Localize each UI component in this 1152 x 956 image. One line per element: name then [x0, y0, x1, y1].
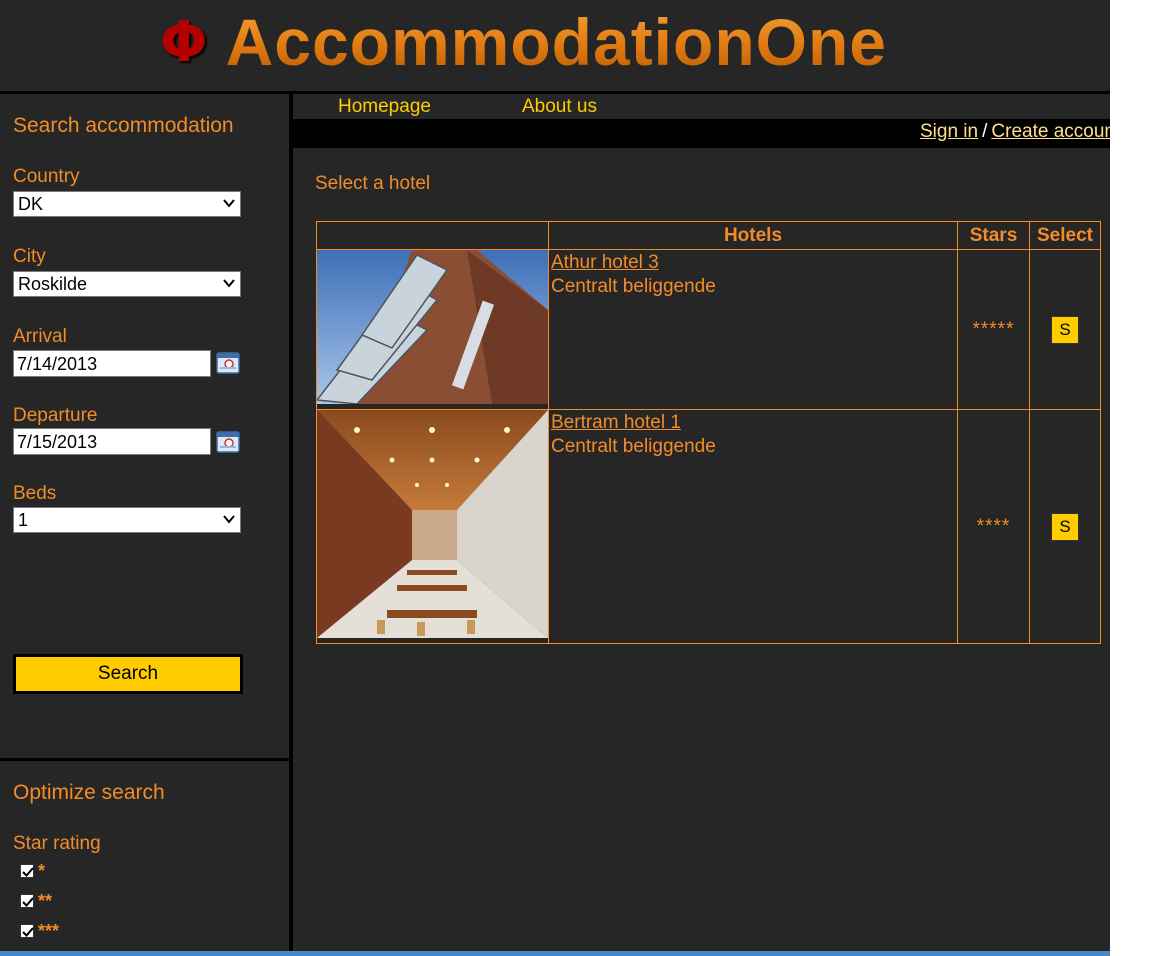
page-title: Select a hotel: [315, 173, 431, 194]
create-account-link[interactable]: Create account: [991, 121, 1110, 142]
country-select[interactable]: DK: [13, 191, 241, 217]
city-select[interactable]: Roskilde: [13, 271, 241, 297]
chevron-down-icon: [223, 279, 235, 288]
header: Φ AccommodationOne: [0, 0, 1110, 91]
checkmark-icon: [22, 897, 34, 907]
hotel-info-cell: Athur hotel 3 Centralt beliggende: [548, 249, 958, 410]
column-header-image: [316, 221, 549, 250]
departure-date-input[interactable]: 7/15/2013: [13, 428, 211, 455]
hotel-description: Centralt beliggende: [551, 276, 716, 297]
hotel-description: Centralt beliggende: [551, 436, 716, 457]
table-header-row: Hotels Stars Select: [316, 221, 1101, 250]
hotel-stars: ****: [957, 409, 1030, 644]
star-filter-label: *: [38, 861, 46, 881]
star-filter-label: **: [38, 891, 53, 911]
beds-value: 1: [18, 510, 29, 530]
hotel-name-link[interactable]: Athur hotel 3: [551, 252, 957, 274]
star-filter-label: ***: [38, 921, 60, 941]
hotels-table: Hotels Stars Select Athur hotel 3 Centra…: [316, 221, 1101, 644]
hotel-photo[interactable]: [317, 410, 548, 638]
bottom-bar: [0, 951, 1110, 956]
sidebar: Search accommodation Country DK City Ros…: [0, 94, 289, 956]
nav-about-us[interactable]: About us: [522, 96, 597, 118]
auth-links: Sign in / Create account: [920, 121, 1110, 143]
search-button[interactable]: Search: [13, 654, 243, 694]
checkbox[interactable]: [20, 864, 34, 878]
column-header-select: Select: [1029, 221, 1101, 250]
arrival-date-input[interactable]: 7/14/2013: [13, 350, 211, 377]
chevron-down-icon: [223, 515, 235, 524]
star-filter-2[interactable]: **: [20, 891, 52, 911]
column-header-hotels: Hotels: [548, 221, 958, 250]
logo-symbol: Φ: [160, 9, 208, 75]
star-filter-1[interactable]: *: [20, 861, 45, 881]
hotel-photo[interactable]: [317, 250, 548, 405]
sidebar-divider: [0, 758, 289, 761]
hotel-photo-cell: [316, 249, 549, 410]
checkbox[interactable]: [20, 894, 34, 908]
select-hotel-button[interactable]: S: [1051, 315, 1079, 344]
hotel-select-cell: S: [1029, 409, 1101, 644]
beds-label: Beds: [13, 483, 57, 504]
sign-in-link[interactable]: Sign in: [920, 121, 978, 142]
departure-label: Departure: [13, 405, 98, 426]
select-hotel-button[interactable]: S: [1051, 512, 1079, 541]
hotel-stars: *****: [957, 249, 1030, 410]
table-row: Bertram hotel 1 Centralt beliggende ****…: [316, 409, 1101, 644]
table-row: Athur hotel 3 Centralt beliggende ***** …: [316, 249, 1101, 410]
page: Φ AccommodationOne Search accommodation …: [0, 0, 1110, 956]
hotel-select-cell: S: [1029, 249, 1101, 410]
beds-select[interactable]: 1: [13, 507, 241, 533]
checkmark-icon: [22, 867, 34, 877]
column-divider: [289, 94, 293, 956]
checkmark-icon: [22, 927, 34, 937]
arrival-label: Arrival: [13, 326, 67, 347]
hotel-name-link[interactable]: Bertram hotel 1: [551, 412, 957, 434]
city-label: City: [13, 246, 46, 267]
chevron-down-icon: [223, 199, 235, 208]
hotel-info-cell: Bertram hotel 1 Centralt beliggende: [548, 409, 958, 644]
search-panel-title: Search accommodation: [13, 114, 234, 137]
logo[interactable]: Φ AccommodationOne: [160, 2, 887, 82]
calendar-icon[interactable]: [216, 351, 240, 375]
auth-bar: Sign in / Create account: [293, 119, 1110, 148]
column-header-stars: Stars: [957, 221, 1030, 250]
checkbox[interactable]: [20, 924, 34, 938]
nav-homepage[interactable]: Homepage: [338, 96, 431, 118]
hotel-photo-cell: [316, 409, 549, 644]
country-label: Country: [13, 166, 80, 187]
optimize-search-title: Optimize search: [13, 781, 165, 804]
auth-separator: /: [982, 121, 988, 142]
calendar-icon[interactable]: [216, 430, 240, 454]
star-filter-3[interactable]: ***: [20, 921, 59, 941]
star-rating-label: Star rating: [13, 833, 101, 854]
logo-text: AccommodationOne: [225, 5, 888, 79]
main-nav: Homepage About us: [293, 94, 1110, 119]
country-value: DK: [18, 194, 44, 214]
city-value: Roskilde: [18, 274, 88, 294]
